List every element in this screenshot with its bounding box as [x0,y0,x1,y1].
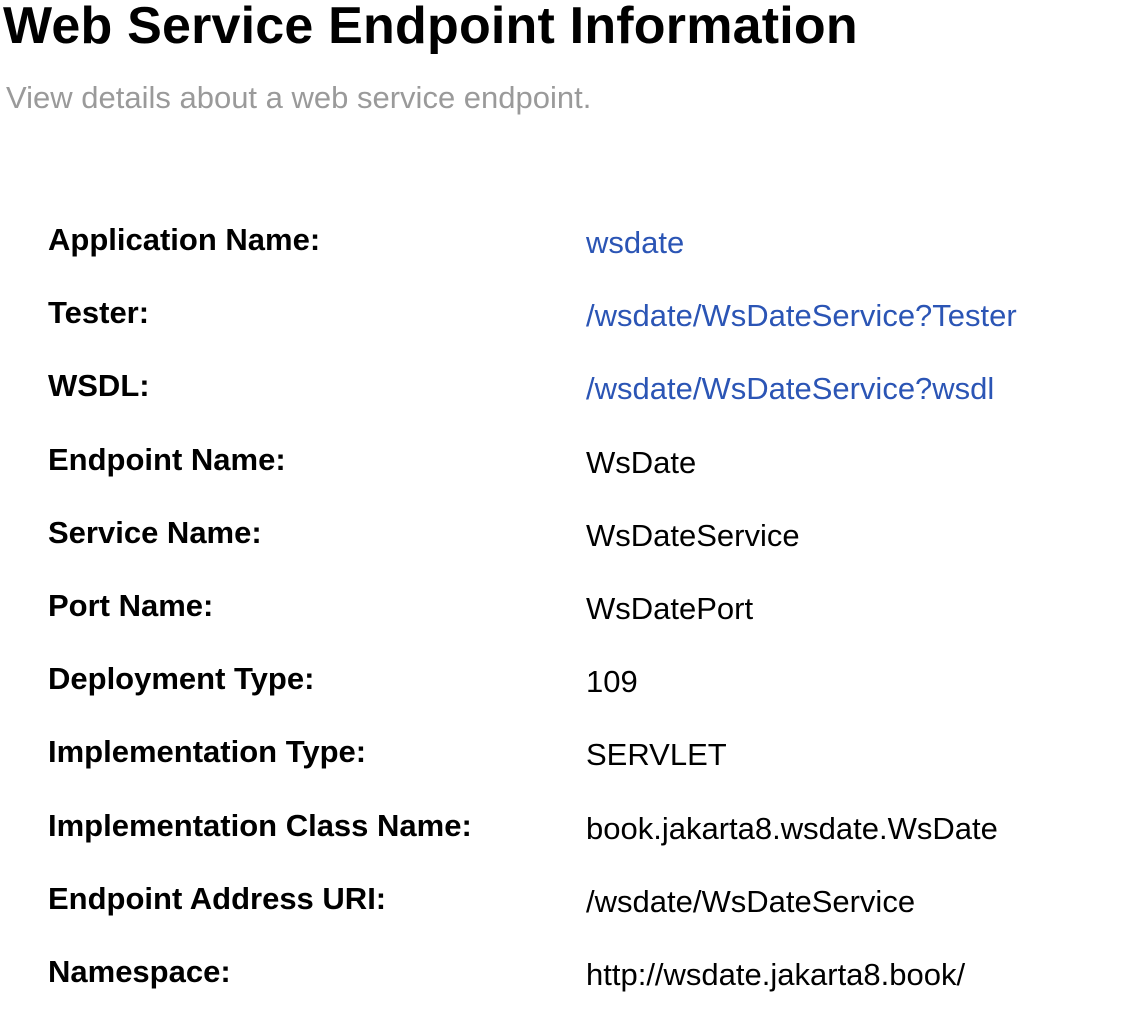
page-title: Web Service Endpoint Information [3,0,858,55]
endpoint-address-uri-value: /wsdate/WsDateService [586,883,916,919]
property-row-wsdl: WSDL: /wsdate/WsDateService?wsdl [48,368,1118,441]
namespace-value: http://wsdate.jakarta8.book/ [586,956,966,992]
endpoint-name-value: WsDate [586,444,697,480]
endpoint-properties: Application Name: wsdate Tester: /wsdate… [48,222,1118,1027]
property-row-endpoint-address-uri: Endpoint Address URI: /wsdate/WsDateServ… [48,881,1118,954]
deployment-type-label: Deployment Type: [48,661,315,697]
property-row-tester: Tester: /wsdate/WsDateService?Tester [48,295,1118,368]
application-name-label: Application Name: [48,222,321,257]
service-name-label: Service Name: [48,514,262,550]
page-subtitle: View details about a web service endpoin… [6,80,592,115]
property-row-implementation-type: Implementation Type: SERVLET [48,734,1118,807]
port-name-value: WsDatePort [586,590,754,626]
endpoint-address-uri-label: Endpoint Address URI: [48,880,387,916]
wsdl-label: WSDL: [48,368,150,404]
tester-link[interactable]: /wsdate/WsDateService?Tester [586,298,1017,334]
property-row-deployment-type: Deployment Type: 109 [48,661,1118,734]
property-row-port-name: Port Name: WsDatePort [48,588,1118,661]
property-row-namespace: Namespace: http://wsdate.jakarta8.book/ [48,954,1118,1027]
property-row-implementation-class-name: Implementation Class Name: book.jakarta8… [48,808,1118,881]
application-name-link[interactable]: wsdate [586,225,684,261]
namespace-label: Namespace: [48,953,231,989]
implementation-class-name-label: Implementation Class Name: [48,807,472,843]
property-row-endpoint-name: Endpoint Name: WsDate [48,442,1118,515]
service-name-value: WsDateService [586,517,800,553]
implementation-class-name-value: book.jakarta8.wsdate.WsDate [586,810,998,846]
tester-label: Tester: [48,295,150,331]
implementation-type-label: Implementation Type: [48,734,367,770]
property-row-service-name: Service Name: WsDateService [48,515,1118,588]
wsdl-link[interactable]: /wsdate/WsDateService?wsdl [586,371,994,407]
deployment-type-value: 109 [586,664,638,700]
port-name-label: Port Name: [48,587,214,623]
implementation-type-value: SERVLET [586,737,727,773]
endpoint-name-label: Endpoint Name: [48,441,286,477]
property-row-application-name: Application Name: wsdate [48,222,1118,295]
